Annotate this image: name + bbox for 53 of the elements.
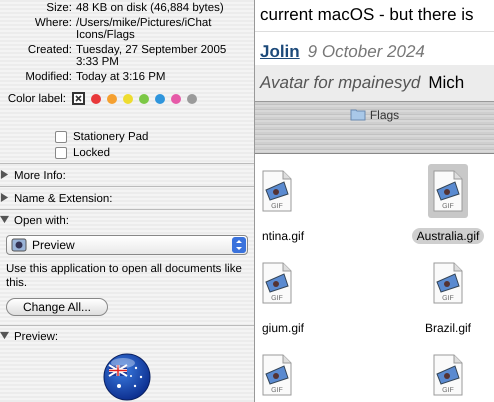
- gif-file-icon[interactable]: [433, 262, 463, 304]
- file-name[interactable]: ntina.gif: [257, 228, 310, 244]
- section-title[interactable]: Preview:: [14, 330, 58, 342]
- checkbox-label: Stationery Pad: [73, 131, 148, 143]
- gif-file-icon[interactable]: [262, 262, 292, 304]
- field-value: Tuesday, 27 September 2005 3:33 PM: [76, 44, 228, 68]
- section-title[interactable]: Name & Extension:: [14, 192, 112, 204]
- user-name: Mich: [428, 72, 464, 93]
- color-label-label: Color label:: [6, 92, 66, 104]
- application-popup[interactable]: Preview: [6, 235, 248, 255]
- avatar-alt-text: Avatar for mpainesyd: [260, 72, 420, 93]
- field-label: Created:: [26, 44, 72, 58]
- color-label-dot[interactable]: [155, 94, 165, 104]
- color-label-dot[interactable]: [171, 94, 181, 104]
- open-with-note: Use this application to open all documents like this.: [6, 262, 243, 290]
- disclosure-triangle-icon[interactable]: [0, 214, 9, 224]
- checkbox-label: Locked: [73, 147, 110, 159]
- checkbox[interactable]: [55, 147, 67, 159]
- disclosure-triangle-icon[interactable]: [0, 192, 9, 202]
- author-link[interactable]: Jolin: [260, 42, 300, 62]
- application-icon: [11, 238, 27, 252]
- gif-file-icon[interactable]: [433, 170, 463, 212]
- gif-file-icon[interactable]: [262, 354, 292, 396]
- disclosure-triangle-icon[interactable]: [0, 330, 9, 340]
- file-name[interactable]: Brazil.gif: [420, 320, 476, 336]
- post-date: 9 October 2024: [308, 42, 425, 62]
- color-label-dot[interactable]: [107, 94, 117, 104]
- section-title[interactable]: Open with:: [14, 214, 69, 226]
- field-value: 48 KB on disk (46,884 bytes): [76, 2, 225, 14]
- field-value: /Users/mike/Pictures/iChat Icons/Flags: [76, 17, 212, 41]
- gif-file-icon[interactable]: [433, 354, 463, 396]
- section-title[interactable]: More Info:: [14, 170, 66, 182]
- x-icon: [75, 95, 82, 102]
- file-name[interactable]: Australia.gif: [412, 228, 484, 244]
- disclosure-triangle-icon[interactable]: [0, 170, 9, 178]
- file-name[interactable]: gium.gif: [257, 320, 310, 336]
- field-value: Today at 3:16 PM: [76, 71, 166, 83]
- field-label: Where:: [34, 17, 72, 31]
- folder-icon: [350, 108, 366, 121]
- window-title: Flags: [370, 108, 400, 124]
- field-label: Size:: [45, 2, 72, 14]
- field-label: Modified:: [24, 71, 72, 83]
- checkbox[interactable]: [55, 131, 67, 143]
- color-label-dot[interactable]: [139, 94, 149, 104]
- color-label-dot[interactable]: [187, 94, 197, 104]
- stepper-icon: [232, 237, 246, 253]
- gif-file-icon[interactable]: [262, 170, 292, 212]
- no-label-button[interactable]: [72, 92, 85, 105]
- change-all-button[interactable]: Change All...: [6, 298, 108, 316]
- post-text: current macOS - but there is: [260, 5, 474, 24]
- color-label-dot[interactable]: [123, 94, 133, 104]
- color-label-dot[interactable]: [91, 94, 101, 104]
- flag-globe-drawing: [103, 353, 151, 401]
